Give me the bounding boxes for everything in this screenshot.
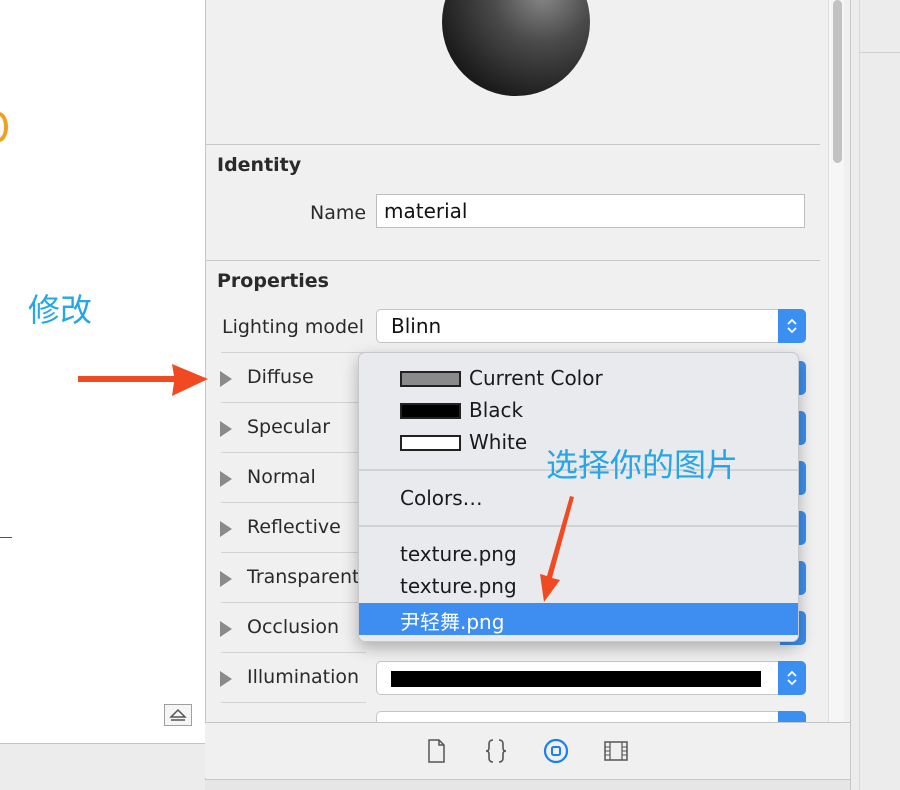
inspector-toolbar bbox=[205, 722, 850, 790]
disclosure-triangle-icon[interactable] bbox=[220, 371, 232, 387]
menu-item-label: Current Color bbox=[469, 366, 603, 390]
swatch-icon bbox=[400, 371, 461, 387]
file-inspector-button[interactable] bbox=[423, 737, 449, 765]
row-divider bbox=[221, 402, 366, 403]
menu-item-label: 尹轻舞.png bbox=[400, 610, 505, 634]
inspector-scrollbar[interactable] bbox=[828, 0, 844, 725]
scene-line bbox=[0, 537, 12, 538]
menu-item-black[interactable]: Black bbox=[359, 395, 798, 427]
row-divider bbox=[221, 552, 366, 553]
row-divider bbox=[221, 352, 366, 353]
popup-stepper[interactable] bbox=[778, 661, 806, 695]
divider bbox=[206, 144, 820, 145]
lighting-model-label: Lighting model bbox=[222, 316, 364, 338]
identity-section-title: Identity bbox=[217, 154, 302, 176]
property-label: Normal bbox=[247, 466, 316, 488]
disclosure-triangle-icon[interactable] bbox=[220, 621, 232, 637]
gutter-divider bbox=[859, 52, 900, 53]
illumination-color-swatch bbox=[391, 671, 761, 687]
row-divider bbox=[221, 502, 366, 503]
right-gutter bbox=[850, 0, 900, 790]
material-inspector-button[interactable] bbox=[543, 737, 569, 765]
property-label: Illumination bbox=[247, 666, 360, 688]
property-label: Reflective bbox=[247, 516, 341, 538]
property-label: Transparent bbox=[247, 566, 360, 588]
property-row-normal[interactable]: Normal bbox=[220, 454, 360, 504]
properties-section-title: Properties bbox=[217, 270, 329, 292]
eject-icon bbox=[169, 708, 187, 721]
disclosure-triangle-icon[interactable] bbox=[220, 421, 232, 437]
swatch-icon bbox=[400, 435, 461, 451]
property-row-illumination[interactable]: Illumination bbox=[220, 654, 360, 704]
menu-item-label: texture.png bbox=[400, 574, 517, 598]
swatch-icon bbox=[400, 403, 461, 419]
disclosure-triangle-icon[interactable] bbox=[220, 571, 232, 587]
menu-item-label: Colors… bbox=[400, 486, 483, 510]
property-row-diffuse[interactable]: Diffuse bbox=[220, 354, 360, 404]
name-label: Name bbox=[310, 202, 367, 224]
property-label: Occlusion bbox=[247, 616, 340, 638]
film-icon bbox=[604, 741, 628, 761]
property-row-transparent[interactable]: Transparent bbox=[220, 554, 360, 604]
disclosure-triangle-icon[interactable] bbox=[220, 671, 232, 687]
popup-stepper[interactable] bbox=[778, 309, 806, 343]
annotation-modify: 修改 bbox=[28, 291, 93, 329]
property-label: Diffuse bbox=[247, 366, 314, 388]
scene-object-edge bbox=[0, 112, 8, 142]
chevron-updown-icon bbox=[787, 318, 797, 334]
canvas-bottom-bar bbox=[0, 743, 205, 790]
property-row-reflective[interactable]: Reflective bbox=[220, 504, 360, 554]
annotation-choose-image: 选择你的图片 bbox=[546, 446, 739, 484]
material-preview-sphere[interactable] bbox=[442, 0, 590, 96]
scene-graph-button[interactable] bbox=[603, 737, 629, 765]
scrollbar-thumb[interactable] bbox=[833, 0, 842, 163]
disclosure-triangle-icon[interactable] bbox=[220, 521, 232, 537]
name-field[interactable]: material bbox=[376, 194, 805, 228]
row-divider bbox=[221, 602, 366, 603]
divider bbox=[206, 260, 820, 261]
attributes-inspector-button[interactable] bbox=[483, 737, 509, 765]
menu-item-current-color[interactable]: Current Color bbox=[359, 363, 798, 395]
toolbar-bottom-strip bbox=[205, 779, 850, 790]
menu-item-selected-image[interactable]: 尹轻舞.png bbox=[359, 603, 798, 635]
material-inspector-icon bbox=[543, 738, 569, 764]
braces-icon bbox=[485, 739, 507, 763]
property-label: Specular bbox=[247, 416, 331, 438]
property-row-specular[interactable]: Specular bbox=[220, 404, 360, 454]
menu-item-label: White bbox=[469, 430, 528, 454]
file-icon bbox=[428, 739, 445, 763]
disclosure-triangle-icon[interactable] bbox=[220, 471, 232, 487]
row-divider bbox=[221, 702, 366, 703]
expand-button[interactable] bbox=[164, 704, 192, 726]
lighting-model-popup[interactable]: Blinn bbox=[376, 309, 806, 343]
chevron-updown-icon bbox=[787, 670, 797, 686]
gutter-line bbox=[859, 0, 860, 790]
property-row-occlusion[interactable]: Occlusion bbox=[220, 604, 360, 654]
lighting-model-value: Blinn bbox=[391, 314, 442, 338]
row-divider bbox=[221, 652, 366, 653]
annotation-arrow-right bbox=[78, 364, 208, 396]
annotation-arrow-down bbox=[540, 496, 574, 602]
menu-item-label: Black bbox=[469, 398, 524, 422]
row-divider bbox=[221, 452, 366, 453]
menu-item-label: texture.png bbox=[400, 542, 517, 566]
illumination-popup[interactable] bbox=[376, 661, 806, 695]
